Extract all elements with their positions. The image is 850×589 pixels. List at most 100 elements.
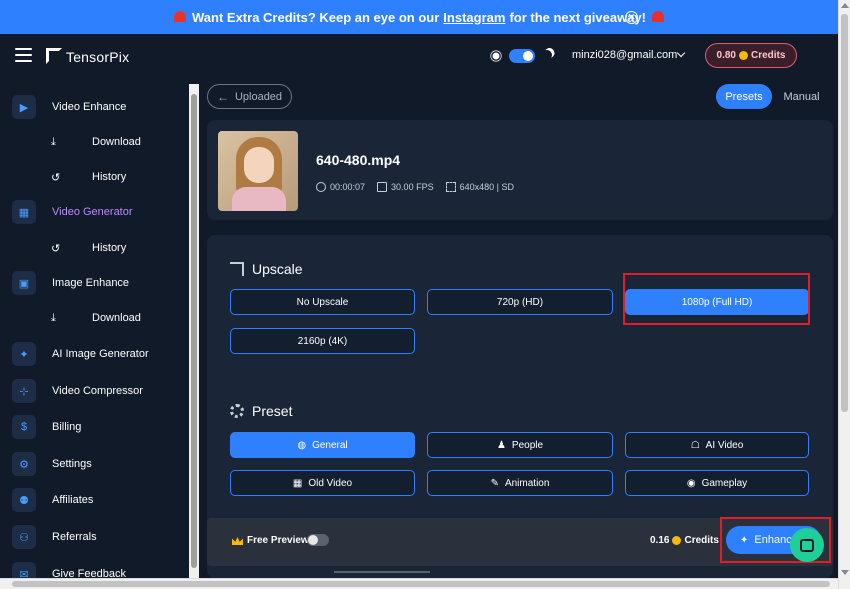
menu-icon[interactable] — [15, 48, 32, 62]
siren-icon — [651, 10, 664, 22]
upscale-option-none[interactable]: No Upscale — [230, 289, 415, 315]
sidebar-item-give-feedback[interactable]: ✉ Give Feedback — [0, 559, 188, 578]
preset-option-ai-video[interactable]: ☖ AI Video — [625, 432, 809, 458]
support-chat-button[interactable] — [790, 528, 824, 562]
preset-title: Preset — [252, 403, 293, 419]
sidebar-item-label: Referrals — [52, 531, 97, 543]
film-icon: ▦ — [292, 477, 303, 489]
expand-icon — [445, 182, 456, 192]
chevron-down-icon[interactable] — [676, 48, 686, 58]
upscale-option-2160p[interactable]: 2160p (4K) — [230, 328, 415, 354]
crown-icon — [232, 537, 243, 545]
preset-option-old-video[interactable]: ▦ Old Video — [230, 470, 415, 496]
tab-manual[interactable]: Manual — [772, 84, 831, 109]
preset-option-label: General — [312, 439, 348, 451]
sidebar-item-billing[interactable]: $ Billing — [0, 412, 188, 442]
upscale-heading: Upscale — [230, 261, 303, 277]
instagram-link[interactable]: Instagram — [443, 10, 505, 25]
sidebar-item-referrals[interactable]: ⚇ Referrals — [0, 522, 188, 552]
referral-icon: ⚇ — [12, 525, 36, 549]
banner-text-before: Want Extra Credits? Keep an eye on our — [192, 9, 440, 25]
preset-option-animation[interactable]: ✎ Animation — [427, 470, 613, 496]
back-to-uploaded-button[interactable]: ← Uploaded — [207, 84, 292, 109]
image-icon: ▣ — [12, 271, 36, 295]
sidebar-item-label: AI Image Generator — [52, 348, 149, 360]
upscale-icon — [230, 262, 244, 276]
sidebar-item-download-2[interactable]: ⤓ Download — [0, 303, 188, 333]
sidebar-item-ai-image-generator[interactable]: ✦ AI Image Generator — [0, 339, 188, 369]
dark-mode-toggle[interactable] — [509, 49, 535, 63]
back-button-label: Uploaded — [234, 90, 283, 103]
brush-icon: ✎ — [490, 477, 499, 489]
main-content: ← Uploaded Presets Manual 640-480.mp4 00… — [199, 78, 838, 578]
preset-option-gameplay[interactable]: ◉ Gameplay — [625, 470, 809, 496]
preset-heading: Preset — [230, 403, 292, 419]
credits-badge[interactable]: 0.80 Credits — [705, 43, 797, 68]
sidebar-item-label: Settings — [52, 458, 92, 470]
page-scrollbar[interactable] — [838, 0, 850, 589]
logo-icon — [46, 48, 62, 64]
sidebar-item-settings[interactable]: ⚙ Settings — [0, 449, 188, 479]
highlight-box — [623, 273, 810, 325]
sidebar-item-label: Download — [92, 136, 141, 148]
file-info-card: 640-480.mp4 00:00:07 30.00 FPS 640x480 |… — [207, 120, 833, 220]
chat-icon: ✉ — [12, 562, 36, 578]
sidebar-item-download[interactable]: ⤓ Download — [0, 127, 188, 157]
upscale-option-720p[interactable]: 720p (HD) — [427, 289, 613, 315]
compress-icon: ⊹ — [12, 379, 36, 403]
preset-option-label: Old Video — [308, 477, 353, 489]
preset-option-general[interactable]: ◍ General — [230, 432, 415, 458]
sidebar-scrollbar[interactable] — [189, 84, 199, 578]
sidebar-item-affiliates[interactable]: ⚉ Affiliates — [0, 485, 188, 515]
sidebar-item-video-enhance[interactable]: ▶ Video Enhance — [0, 92, 188, 122]
history-icon: ↺ — [51, 242, 61, 255]
free-preview-label: Free Preview — [247, 535, 309, 546]
mode-tabs: Presets Manual — [716, 84, 831, 109]
history-icon: ↺ — [51, 171, 61, 184]
video-camera-icon: ▶ — [12, 95, 36, 119]
film-icon — [377, 182, 388, 192]
dollar-icon: $ — [12, 415, 36, 439]
file-name: 640-480.mp4 — [316, 152, 401, 168]
close-banner-icon[interactable]: ✕ — [625, 11, 638, 24]
preset-option-people[interactable]: ♟ People — [427, 432, 613, 458]
user-email[interactable]: minzi028@gmail.com — [572, 49, 677, 61]
enhance-cost: 0.16 Credits — [650, 535, 719, 546]
top-header: TensorPix minzi028@gmail.com 0.80 Credit… — [0, 34, 838, 78]
app-window: Want Extra Credits? Keep an eye on our I… — [0, 0, 838, 578]
sidebar-item-label: History — [92, 242, 127, 254]
divider — [334, 571, 430, 573]
gear-icon — [230, 404, 244, 418]
sun-icon — [492, 52, 500, 60]
sidebar-item-label: Affiliates — [52, 494, 94, 506]
sidebar-item-label: Video Compressor — [52, 385, 143, 397]
preset-option-label: Animation — [504, 477, 550, 489]
sidebar-item-label: Video Generator — [52, 206, 133, 218]
arrow-left-icon: ← — [216, 89, 229, 104]
cost-label: Credits — [684, 535, 719, 546]
moon-icon — [541, 49, 554, 62]
sidebar-item-history-2[interactable]: ↺ History — [0, 233, 188, 263]
video-thumbnail — [218, 131, 298, 211]
promo-banner: Want Extra Credits? Keep an eye on our I… — [0, 0, 838, 34]
credits-label: Credits — [751, 50, 786, 61]
sidebar-item-label: Download — [92, 312, 141, 324]
sidebar-item-history[interactable]: ↺ History — [0, 162, 188, 192]
sidebar-item-label: Give Feedback — [52, 568, 126, 578]
tab-presets[interactable]: Presets — [716, 84, 772, 109]
horizontal-scrollbar[interactable] — [0, 578, 838, 589]
globe-icon: ◍ — [297, 439, 307, 451]
sidebar-item-video-generator[interactable]: ▦ Video Generator — [0, 197, 188, 227]
sidebar: ▶ Video Enhance ⤓ Download ↺ History ▦ V… — [0, 78, 188, 578]
logo-text[interactable]: TensorPix — [66, 49, 129, 65]
sidebar-item-label: Image Enhance — [52, 277, 130, 289]
sidebar-item-video-compressor[interactable]: ⊹ Video Compressor — [0, 376, 188, 406]
siren-icon — [174, 10, 186, 22]
download-icon: ⤓ — [51, 135, 56, 148]
upscale-title: Upscale — [252, 261, 303, 277]
sidebar-item-image-enhance[interactable]: ▣ Image Enhance — [0, 268, 188, 298]
free-preview-toggle[interactable] — [307, 534, 329, 546]
magic-wand-icon: ✦ — [12, 342, 36, 366]
preset-option-label: People — [511, 439, 544, 451]
sidebar-item-label: Video Enhance — [52, 101, 127, 113]
